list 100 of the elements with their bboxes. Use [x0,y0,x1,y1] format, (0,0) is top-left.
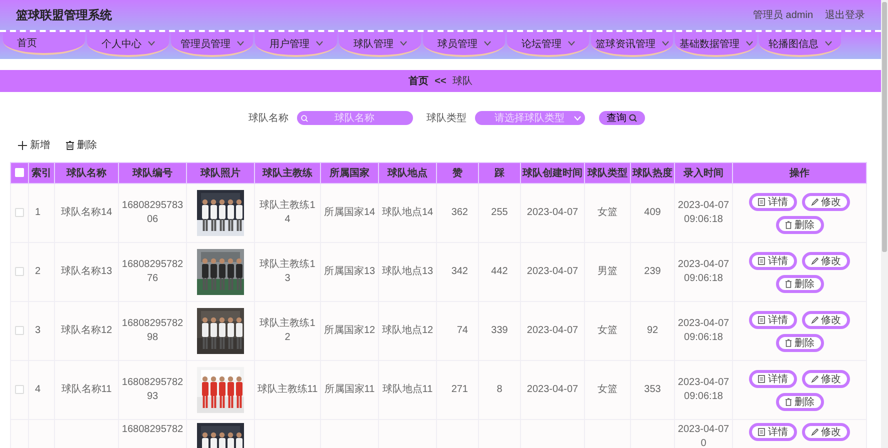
table-cell: 1680829578276 [122,259,184,284]
nav-tab[interactable]: 管理员管理 [171,32,253,57]
column-header: 球队地点 [378,162,436,184]
column-header: 球队类型 [584,162,630,184]
table-cell: 92 [646,325,658,336]
table-cell: 2023-04-07 09:06:18 [678,259,730,284]
table-cell: 所属国家11 [324,384,375,395]
table-cell: 74 [456,325,468,336]
column-header: 球队创建时间 [520,162,584,184]
table-cell: 2023-04-07 [526,325,578,336]
table-cell: 2023-04-07 09:06:18 [678,377,730,402]
logout-link[interactable]: 退出登录 [825,8,865,22]
table-cell: 女篮 [598,384,618,395]
table-cell: 409 [644,207,661,218]
table-cell: 球队名称13 [60,266,112,277]
action-button[interactable]: 删除 [776,216,824,234]
action-button[interactable]: 修改 [802,192,850,210]
column-header: 所属国家 [320,162,378,184]
action-button[interactable]: 详情 [749,423,797,441]
field-label: 球队名称 [248,112,288,125]
table-cell: 339 [491,325,508,336]
type-select[interactable]: 请选择球队类型 [474,111,584,125]
action-button[interactable]: 详情 [749,310,797,328]
table-cell: 球队地点13 [382,266,434,277]
table-cell: 球队地点12 [382,325,434,336]
table-cell: 2023-04-07 [526,207,578,218]
column-header: 索引 [28,162,54,184]
action-button[interactable]: 删除 [776,334,824,352]
column-header: 赞 [436,162,478,184]
table-cell: 8 [496,384,502,395]
column-header: 球队热度 [630,162,674,184]
action-button[interactable]: 修改 [802,423,850,441]
table-cell: 1680829578306 [122,200,184,225]
table-cell: 16808295782 [122,424,184,435]
column-header: 球队名称 [54,162,118,184]
action-button[interactable]: 修改 [802,370,850,388]
table-cell: 球队主教练13 [260,259,316,284]
table-cell: 1 [35,207,41,218]
nav-tab[interactable]: 球员管理 [423,32,505,57]
table-cell: 442 [491,266,508,277]
nav-tab[interactable]: 篮球资讯管理 [591,32,673,57]
table-cell: 271 [451,384,468,395]
table-cell: 255 [491,207,508,218]
table-cell: 2023-04-07 [526,384,578,395]
table-cell: 2023-04-07 09:06:18 [678,318,730,343]
nav-tab[interactable]: 轮播图信息 [759,32,841,57]
action-button[interactable]: 详情 [749,192,797,210]
column-header: 球队照片 [186,162,254,184]
table-cell: 353 [644,384,661,395]
table-cell: 球队名称11 [61,384,112,395]
table-cell: 3 [35,325,41,336]
table-cell: 球队地点14 [382,207,434,218]
search-field[interactable]: 球队名称 [296,111,412,125]
nav-tab[interactable]: 论坛管理 [507,32,589,57]
table-cell: 球队地点11 [382,384,433,395]
nav-tab[interactable]: 个人中心 [87,32,169,57]
table-cell: 所属国家14 [324,207,376,218]
field-label: 球队类型 [426,112,466,125]
table-cell: 239 [644,266,661,277]
user-label: 管理员 admin [752,9,813,22]
nav-tab[interactable]: 用户管理 [255,32,337,57]
table-cell: 2023-04-07 0 [678,424,730,448]
table-cell: 男篮 [598,266,618,277]
app-title: 篮球联盟管理系统 [16,6,112,24]
table-cell: 所属国家12 [324,325,376,336]
table-cell: 球队主教练14 [260,200,316,225]
action-button[interactable]: 删除 [776,392,824,410]
table-cell: 362 [451,207,468,218]
column-header: 操作 [732,162,866,184]
table-cell: 2023-04-07 [526,266,578,277]
nav-tab[interactable]: 首页 [3,32,85,55]
nav-tab[interactable]: 基础数据管理 [675,32,757,57]
action-button[interactable]: 详情 [749,370,797,388]
table-cell: 球队主教练11 [257,384,318,395]
table-cell: 4 [35,384,41,395]
action-button[interactable]: 修改 [802,310,850,328]
table-cell: 女篮 [598,207,618,218]
column-header: 踩 [478,162,520,184]
nav-tab[interactable]: 球队管理 [339,32,421,57]
breadcrumb-separator: << [434,76,446,86]
table-cell: 女篮 [598,325,618,336]
table-cell: 2023-04-07 09:06:18 [678,200,730,225]
table-cell: 2 [35,266,41,277]
column-header: 录入时间 [674,162,732,184]
action-button[interactable]: 修改 [802,252,850,270]
column-header: 球队编号 [118,162,186,184]
column-header: 球队主教练 [254,162,320,184]
action-button[interactable]: 详情 [749,252,797,270]
delete-button[interactable]: 删除 [66,138,97,152]
query-button[interactable]: 查询 [598,111,644,125]
add-button[interactable]: 新增 [18,138,50,152]
table-cell: 球队名称12 [60,325,112,336]
table-cell: 342 [451,266,468,277]
table-cell: 1680829578293 [122,377,184,402]
table-cell: 球队主教练12 [260,318,316,343]
action-button[interactable]: 删除 [776,274,824,292]
table-cell: 所属国家13 [324,266,376,277]
breadcrumb-link[interactable]: 首页 [408,74,429,88]
table-cell: 1680829578298 [122,318,184,343]
table-cell: 球队名称14 [60,207,112,218]
